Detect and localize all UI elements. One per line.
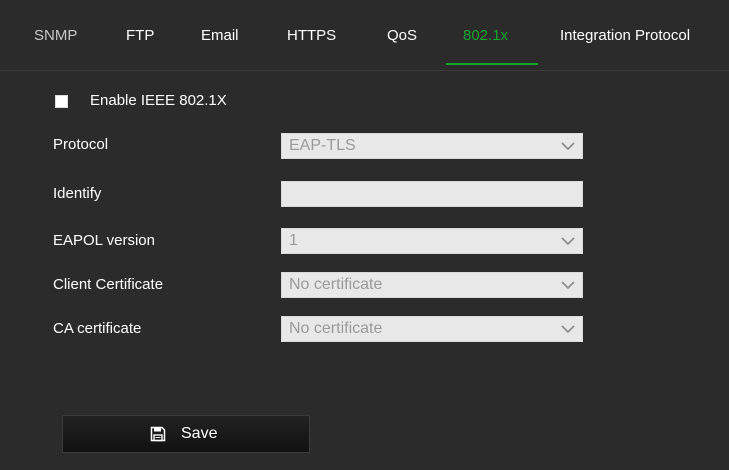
active-tab-indicator [446, 63, 538, 65]
chevron-down-icon [561, 142, 575, 151]
client-certificate-value: No certificate [289, 276, 383, 293]
tab-https[interactable]: HTTPS [287, 27, 336, 44]
network-advanced-settings: SNMP FTP Email HTTPS QoS 802.1x Integrat… [0, 0, 729, 470]
tab-integration-protocol[interactable]: Integration Protocol [560, 27, 690, 44]
save-label: Save [181, 425, 218, 442]
tab-bar: SNMP FTP Email HTTPS QoS 802.1x Integrat… [0, 0, 729, 71]
identify-field[interactable] [281, 181, 583, 207]
chevron-down-icon [561, 325, 575, 334]
chevron-down-icon [561, 237, 575, 246]
protocol-label: Protocol [53, 136, 109, 153]
protocol-select[interactable]: EAP-TLS [281, 133, 583, 159]
save-button[interactable]: Save [62, 415, 310, 453]
enable-ieee-8021x-label: Enable IEEE 802.1X [90, 92, 227, 109]
tab-qos[interactable]: QoS [387, 27, 417, 44]
client-certificate-label: Client Certificate [53, 276, 164, 293]
eapol-version-label: EAPOL version [53, 232, 155, 249]
client-certificate-select[interactable]: No certificate [281, 272, 583, 298]
tab-802-1x[interactable]: 802.1x [463, 27, 508, 44]
chevron-down-icon [561, 281, 575, 290]
eapol-version-select[interactable]: 1 [281, 228, 583, 254]
tab-snmp[interactable]: SNMP [34, 27, 77, 44]
tab-email[interactable]: Email [201, 27, 239, 44]
protocol-value: EAP-TLS [289, 137, 356, 154]
identify-label: Identify [53, 185, 102, 202]
ca-certificate-value: No certificate [289, 320, 383, 337]
floppy-disk-icon [150, 426, 166, 442]
eapol-version-value: 1 [289, 232, 298, 249]
enable-ieee-8021x-checkbox[interactable] [55, 95, 68, 108]
identify-input[interactable] [282, 182, 582, 206]
tab-ftp[interactable]: FTP [126, 27, 154, 44]
ca-certificate-select[interactable]: No certificate [281, 316, 583, 342]
ca-certificate-label: CA certificate [53, 320, 142, 337]
